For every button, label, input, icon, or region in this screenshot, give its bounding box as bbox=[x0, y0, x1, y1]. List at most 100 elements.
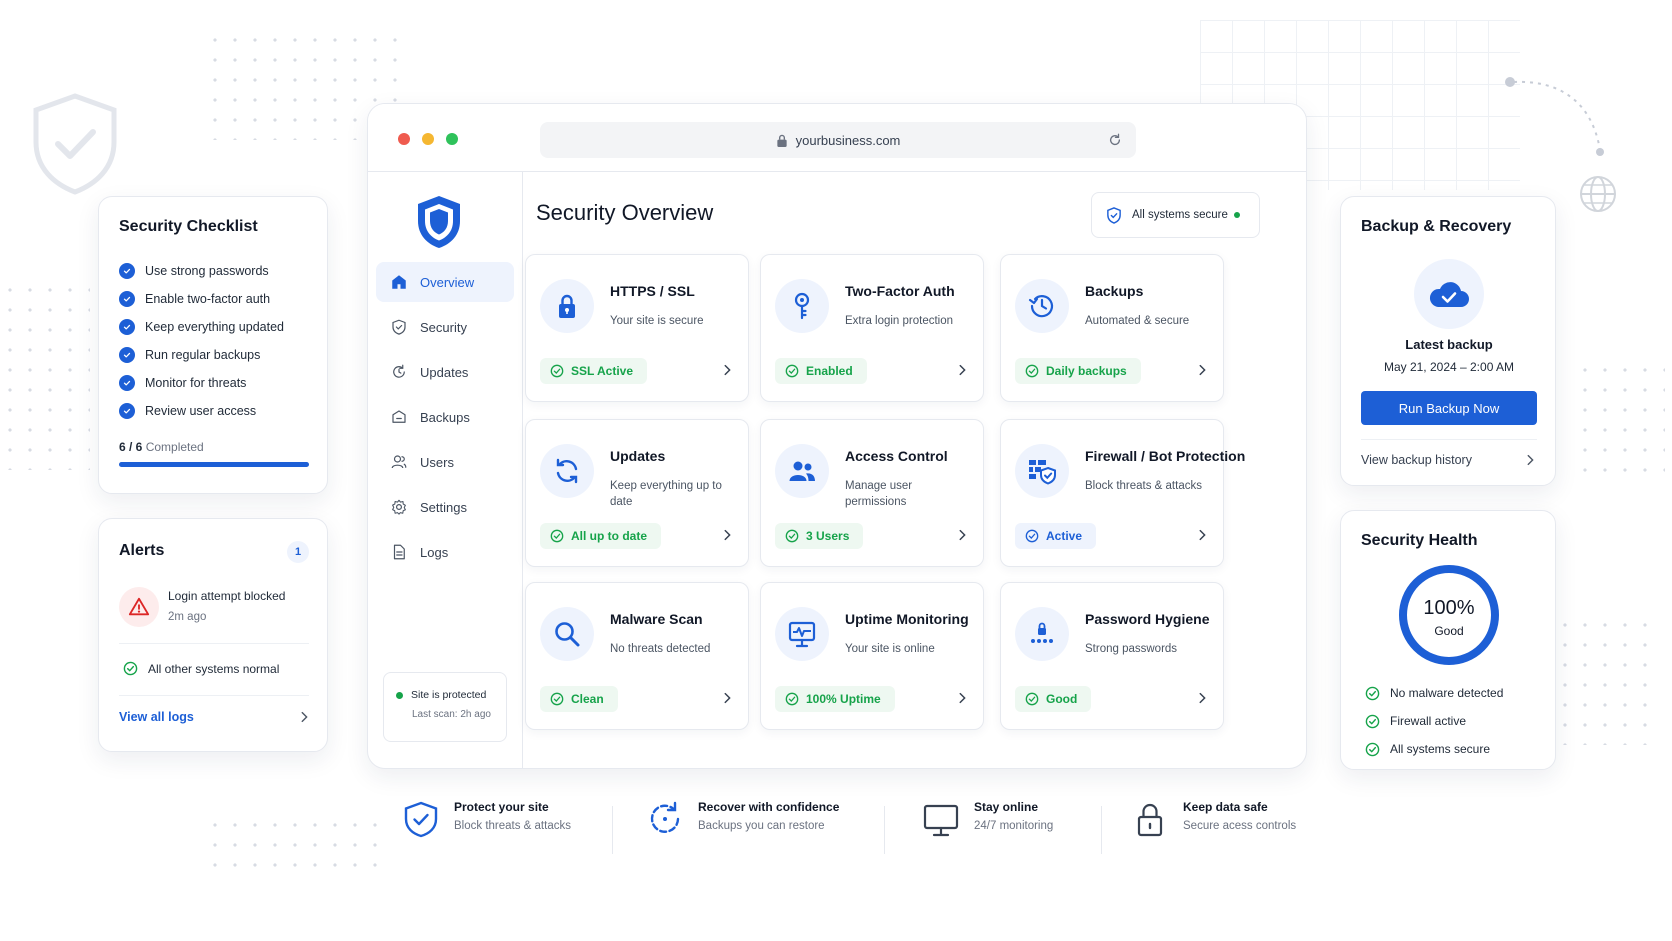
feature-text: Protect your site Block threats & attacks bbox=[454, 800, 571, 832]
chevron-right-icon[interactable] bbox=[1195, 528, 1209, 542]
tile-title: HTTPS / SSL bbox=[610, 283, 695, 299]
health-title: Security Health bbox=[1361, 532, 1478, 549]
chevron-right-icon[interactable] bbox=[955, 528, 969, 542]
status-badge: All systems secure bbox=[1091, 192, 1260, 238]
divider bbox=[119, 643, 309, 644]
checklist-progress-track bbox=[119, 462, 309, 467]
url-text: yourbusiness.com bbox=[795, 132, 901, 148]
check-circle-icon bbox=[785, 692, 799, 706]
health-list: No malware detected Firewall active All sy… bbox=[1365, 679, 1503, 763]
lock-icon bbox=[776, 134, 787, 147]
latest-backup-label: Latest backup bbox=[1405, 337, 1493, 352]
sidebar-item-backups[interactable]: Backups bbox=[376, 397, 514, 437]
tile-subtitle: Automated & secure bbox=[1085, 315, 1190, 327]
minimize-window-button[interactable] bbox=[422, 133, 434, 145]
cloud-check-icon bbox=[1414, 259, 1484, 329]
alerts-title: Alerts bbox=[119, 542, 165, 559]
users-icon bbox=[775, 444, 829, 498]
address-bar[interactable]: yourbusiness.com bbox=[540, 122, 1136, 158]
status-pill-label: Daily backups bbox=[1046, 364, 1127, 378]
check-circle-icon bbox=[1365, 742, 1380, 756]
status-pill: Enabled bbox=[775, 358, 867, 384]
sidebar-item-label: Overview bbox=[420, 274, 475, 290]
check-circle-icon bbox=[550, 364, 564, 378]
status-pill-label: Active bbox=[1046, 529, 1083, 543]
checklist-item-label: Review user access bbox=[145, 404, 257, 418]
alerts-count-badge: 1 bbox=[287, 541, 309, 563]
tile-subtitle: Your site is secure bbox=[610, 315, 704, 327]
background-dots bbox=[205, 815, 385, 871]
checklist-item: Enable two-factor auth bbox=[119, 285, 284, 313]
status-pill-label: Enabled bbox=[806, 364, 853, 378]
checklist-item: Run regular backups bbox=[119, 341, 284, 369]
tile-subtitle: Manage user permissions bbox=[845, 480, 913, 508]
background-dots bbox=[1555, 615, 1655, 745]
sidebar-item-logs[interactable]: Logs bbox=[376, 532, 514, 572]
shield-logo-icon bbox=[418, 196, 460, 248]
tile-firewall-bot-protection[interactable]: Firewall / Bot Protection Block threats &… bbox=[1000, 419, 1245, 567]
chevron-right-icon[interactable] bbox=[1195, 691, 1209, 705]
sidebar-item-overview[interactable]: Overview bbox=[376, 262, 514, 302]
background-dots bbox=[1575, 360, 1665, 480]
health-item-label: Firewall active bbox=[1390, 714, 1467, 728]
reload-icon[interactable] bbox=[1108, 133, 1122, 147]
refresh-icon bbox=[393, 364, 405, 378]
shield-check-icon bbox=[404, 801, 438, 838]
background-dots bbox=[0, 280, 90, 470]
check-circle-icon bbox=[785, 364, 799, 378]
divider bbox=[884, 806, 885, 854]
health-label: Good bbox=[1434, 624, 1464, 638]
divider bbox=[612, 806, 613, 854]
checklist-item: Review user access bbox=[119, 397, 284, 425]
search-icon bbox=[540, 607, 594, 661]
chevron-right-icon[interactable] bbox=[720, 363, 734, 377]
chevron-right-icon[interactable] bbox=[1195, 363, 1209, 377]
sidebar-item-label: Updates bbox=[420, 364, 469, 380]
shield-check-icon bbox=[33, 93, 117, 195]
view-backup-history-link[interactable]: View backup history bbox=[1361, 453, 1537, 467]
sidebar-item-users[interactable]: Users bbox=[376, 442, 514, 482]
tile-updates[interactable]: Updates Keep everything up to date All up … bbox=[525, 419, 749, 567]
sidebar-item-updates[interactable]: Updates bbox=[376, 352, 514, 392]
chevron-right-icon[interactable] bbox=[955, 691, 969, 705]
chevron-right-icon[interactable] bbox=[955, 363, 969, 377]
run-backup-button[interactable]: Run Backup Now bbox=[1361, 391, 1537, 425]
status-badge-label: All systems secure bbox=[1132, 209, 1228, 221]
tile-subtitle: Strong passwords bbox=[1085, 643, 1178, 655]
tile-title: Backups bbox=[1085, 283, 1144, 299]
tile-subtitle: Your site is online bbox=[845, 643, 935, 655]
health-item-label: All systems secure bbox=[1390, 742, 1491, 756]
view-all-logs-link[interactable]: View all logs bbox=[119, 710, 311, 724]
checkmark-icon bbox=[119, 291, 135, 307]
maximize-window-button[interactable] bbox=[446, 133, 458, 145]
checklist-title: Security Checklist bbox=[119, 218, 258, 235]
checklist-list: Use strong passwords Enable two-factor au… bbox=[119, 257, 284, 425]
checklist-progress-text: 6 / 6 Completed bbox=[119, 440, 204, 454]
status-pill: Active bbox=[1015, 523, 1097, 549]
tile-access-control[interactable]: Access Control Manage user permissions 3 U… bbox=[760, 419, 984, 567]
status-pill: 100% Uptime bbox=[775, 686, 895, 712]
tile-backups[interactable]: Backups Automated & secure Daily backups bbox=[1000, 254, 1224, 402]
backup-recovery-card: Backup & Recovery Latest backup May 21, … bbox=[1340, 196, 1556, 486]
sidebar-item-security[interactable]: Security bbox=[376, 307, 514, 347]
health-item-label: No malware detected bbox=[1390, 686, 1504, 700]
feature-title: Recover with confidence bbox=[698, 800, 840, 814]
tile-malware-scan[interactable]: Malware Scan No threats detected Clean bbox=[525, 582, 749, 730]
tile-password-hygiene[interactable]: Password Hygiene Strong passwords Good bbox=[1000, 582, 1224, 730]
checklist-item: Keep everything updated bbox=[119, 313, 284, 341]
tile-two-factor-auth[interactable]: Two-Factor Auth Extra login protection Ena… bbox=[760, 254, 984, 402]
alert-title: Login attempt blocked bbox=[168, 589, 286, 603]
tile-uptime-monitoring[interactable]: Uptime Monitoring Your site is online 100%… bbox=[760, 582, 984, 730]
feature-text: Keep data safe Secure acess controls bbox=[1183, 800, 1296, 832]
site-status-subtitle: Last scan: 2h ago bbox=[412, 709, 491, 720]
checkmark-icon bbox=[119, 263, 135, 279]
chevron-right-icon[interactable] bbox=[720, 691, 734, 705]
close-window-button[interactable] bbox=[398, 133, 410, 145]
tile-https-ssl[interactable]: HTTPS / SSL Your site is secure SSL Active bbox=[525, 254, 749, 402]
user-icon bbox=[391, 455, 407, 469]
sidebar-item-label: Settings bbox=[420, 499, 467, 515]
sidebar-item-settings[interactable]: Settings bbox=[376, 487, 514, 527]
health-item: All systems secure bbox=[1365, 735, 1503, 763]
monitor-icon bbox=[923, 804, 959, 837]
chevron-right-icon[interactable] bbox=[720, 528, 734, 542]
